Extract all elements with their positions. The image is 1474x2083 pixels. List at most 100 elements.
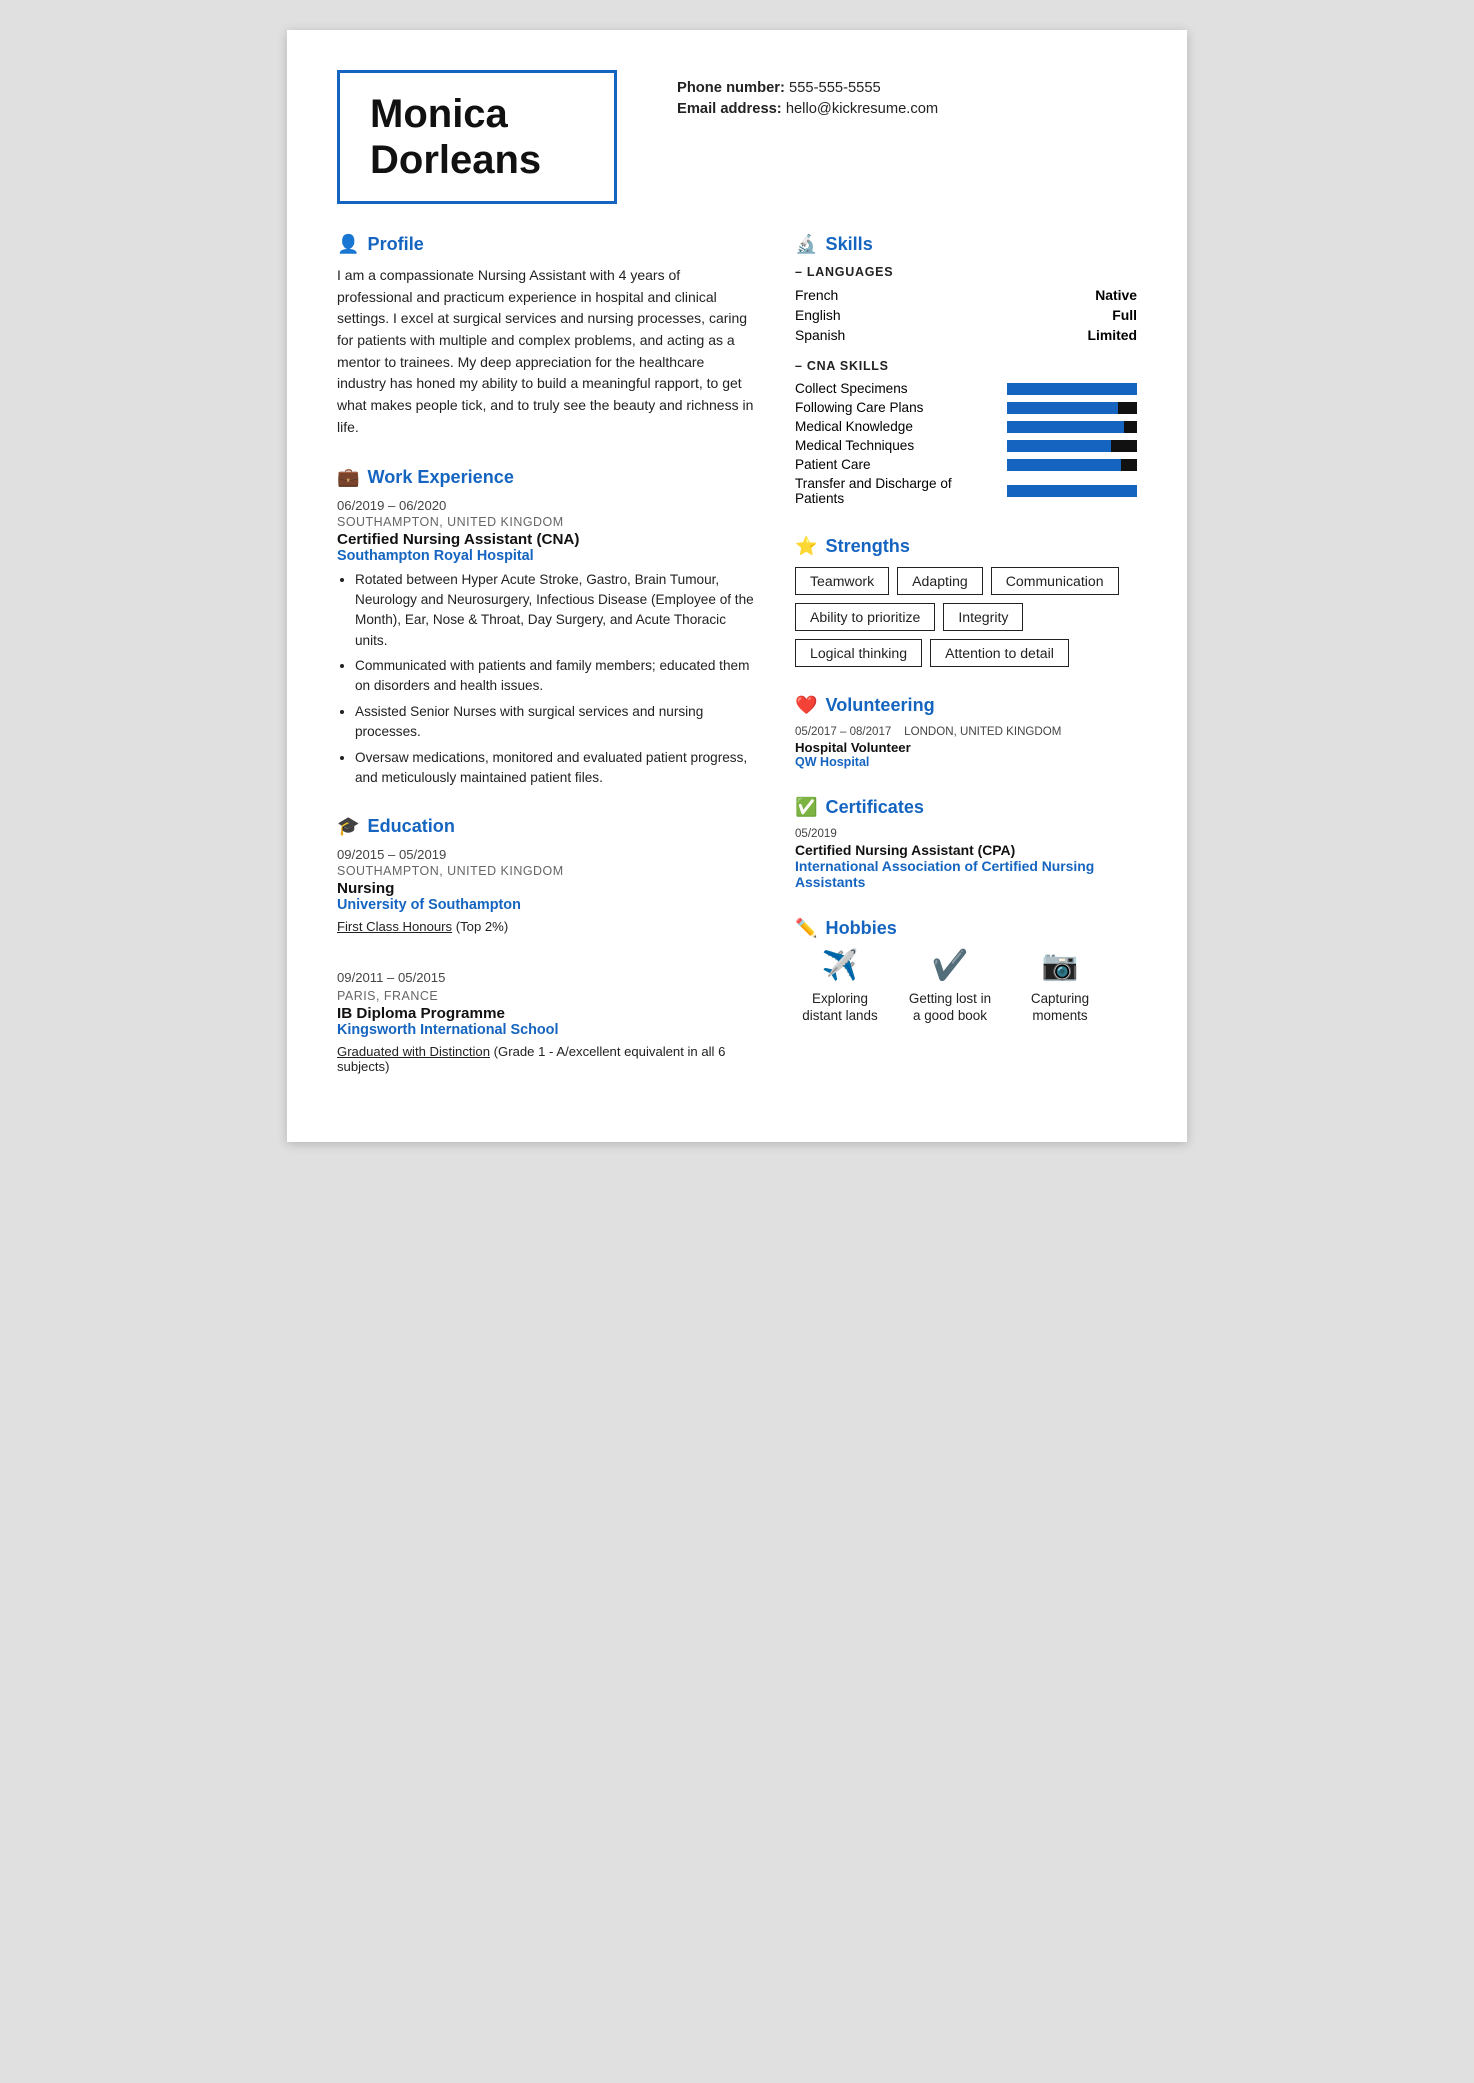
cna-skill-row: Patient Care <box>795 455 1137 474</box>
edu-school-1: Kingsworth International School <box>337 1022 755 1038</box>
vol-date-loc-0: 05/2017 – 08/2017 LONDON, UNITED KINGDOM <box>795 726 1137 738</box>
hobby-item: ✔️ Getting lost in a good book <box>905 949 995 1025</box>
strength-tag: Attention to detail <box>930 639 1069 667</box>
lang-level: Native <box>967 285 1137 305</box>
edu-date-1: 09/2011 – 05/2015 <box>337 970 755 985</box>
lang-row: FrenchNative <box>795 285 1137 305</box>
cna-skill-bar <box>999 455 1137 474</box>
education-title: 🎓 Education <box>337 816 755 837</box>
edu-note-0: First Class Honours (Top 2%) <box>337 919 755 934</box>
contact-info: Phone number: 555-555-5555 Email address… <box>677 70 938 122</box>
hobby-label: Exploring distant lands <box>795 990 885 1025</box>
work-experience-section: 💼 Work Experience 06/2019 – 06/2020 SOUT… <box>337 467 755 789</box>
work-company-0: Southampton Royal Hospital <box>337 548 755 564</box>
hobby-label: Getting lost in a good book <box>905 990 995 1025</box>
volunteering-title: ❤️ Volunteering <box>795 695 1137 716</box>
profile-icon: 👤 <box>337 234 360 255</box>
lang-row: SpanishLimited <box>795 325 1137 345</box>
cna-skill-bar <box>999 398 1137 417</box>
cna-skill-row: Collect Specimens <box>795 379 1137 398</box>
right-column: 🔬 Skills – LANGUAGES FrenchNativeEnglish… <box>795 234 1137 1102</box>
left-column: 👤 Profile I am a compassionate Nursing A… <box>337 234 755 1102</box>
cna-skill-bar <box>999 379 1137 398</box>
edu-location-1: PARIS, FRANCE <box>337 989 438 1003</box>
pencil-icon: ✏️ <box>795 918 818 939</box>
profile-title: 👤 Profile <box>337 234 755 255</box>
cna-skill-row: Medical Techniques <box>795 436 1137 455</box>
edu-entry-0: 09/2015 – 05/2019 SOUTHAMPTON, UNITED KI… <box>337 847 755 934</box>
cna-skill-bar <box>999 417 1137 436</box>
cna-skill-name: Patient Care <box>795 455 999 474</box>
hobbies-row: ✈️ Exploring distant lands ✔️ Getting lo… <box>795 949 1137 1025</box>
edu-school-0: University of Southampton <box>337 897 755 913</box>
skills-title: 🔬 Skills <box>795 234 1137 255</box>
phone-label: Phone number: <box>677 80 785 96</box>
graduation-icon: 🎓 <box>337 816 360 837</box>
briefcase-icon: 💼 <box>337 467 360 488</box>
lang-row: EnglishFull <box>795 305 1137 325</box>
skills-section: 🔬 Skills – LANGUAGES FrenchNativeEnglish… <box>795 234 1137 508</box>
work-bullet-0-1: Communicated with patients and family me… <box>355 656 755 697</box>
strength-tag: Adapting <box>897 567 983 595</box>
cna-skill-row: Medical Knowledge <box>795 417 1137 436</box>
hobby-icon: ✔️ <box>932 949 969 983</box>
header: Monica Dorleans Phone number: 555-555-55… <box>337 70 1137 204</box>
languages-label: – LANGUAGES <box>795 265 1137 279</box>
cna-skill-bar <box>999 474 1137 508</box>
edu-title-1: IB Diploma Programme <box>337 1005 755 1022</box>
cert-entry-0: 05/2019 Certified Nursing Assistant (CPA… <box>795 828 1137 890</box>
lang-level: Full <box>967 305 1137 325</box>
vol-entry-0: 05/2017 – 08/2017 LONDON, UNITED KINGDOM… <box>795 726 1137 769</box>
hobby-icon: ✈️ <box>822 949 859 983</box>
cna-skill-row: Following Care Plans <box>795 398 1137 417</box>
hobby-icon: 📷 <box>1042 949 1079 983</box>
cna-skill-name: Collect Specimens <box>795 379 999 398</box>
certificate-icon: ✅ <box>795 797 818 818</box>
phone-value: 555-555-5555 <box>789 80 881 96</box>
cert-date-0: 05/2019 <box>795 828 1137 840</box>
volunteering-section: ❤️ Volunteering 05/2017 – 08/2017 LONDON… <box>795 695 1137 769</box>
lang-level: Limited <box>967 325 1137 345</box>
hobby-label: Capturing moments <box>1015 990 1105 1025</box>
edu-note-1: Graduated with Distinction (Grade 1 - A/… <box>337 1044 755 1074</box>
strength-tag: Ability to prioritize <box>795 603 935 631</box>
candidate-name: Monica Dorleans <box>370 91 584 183</box>
main-columns: 👤 Profile I am a compassionate Nursing A… <box>337 234 1137 1102</box>
lang-name: English <box>795 305 967 325</box>
work-entry-0: 06/2019 – 06/2020 SOUTHAMPTON, UNITED KI… <box>337 498 755 789</box>
hobby-item: 📷 Capturing moments <box>1015 949 1105 1025</box>
edu-date-0: 09/2015 – 05/2019 <box>337 847 755 862</box>
flask-icon: 🔬 <box>795 234 818 255</box>
edu-note-underline-1: Graduated with Distinction <box>337 1044 490 1059</box>
cna-skill-bar <box>999 436 1137 455</box>
languages-table: FrenchNativeEnglishFullSpanishLimited <box>795 285 1137 345</box>
heart-icon: ❤️ <box>795 695 818 716</box>
work-bullets-0: Rotated between Hyper Acute Stroke, Gast… <box>337 570 755 789</box>
lang-name: French <box>795 285 967 305</box>
lang-name: Spanish <box>795 325 967 345</box>
profile-body: I am a compassionate Nursing Assistant w… <box>337 265 755 439</box>
edu-note-underline-0: First Class Honours <box>337 919 452 934</box>
education-section: 🎓 Education 09/2015 – 05/2019 SOUTHAMPTO… <box>337 816 755 1074</box>
work-bullet-0-2: Assisted Senior Nurses with surgical ser… <box>355 702 755 743</box>
resume-page: Monica Dorleans Phone number: 555-555-55… <box>287 30 1187 1142</box>
cna-skill-row: Transfer and Discharge of Patients <box>795 474 1137 508</box>
certificates-section: ✅ Certificates 05/2019 Certified Nursing… <box>795 797 1137 890</box>
cna-skills-table: Collect Specimens Following Care Plans M… <box>795 379 1137 508</box>
work-bullet-0-3: Oversaw medications, monitored and evalu… <box>355 748 755 789</box>
work-experience-title: 💼 Work Experience <box>337 467 755 488</box>
vol-title-0: Hospital Volunteer <box>795 740 1137 755</box>
cert-org-0: International Association of Certified N… <box>795 858 1137 890</box>
strength-tag: Teamwork <box>795 567 889 595</box>
cna-skill-name: Medical Techniques <box>795 436 999 455</box>
edu-location-0: SOUTHAMPTON, UNITED KINGDOM <box>337 864 755 878</box>
star-icon: ⭐ <box>795 536 818 557</box>
edu-note-rest-0: (Top 2%) <box>452 919 508 934</box>
email-label: Email address: <box>677 101 782 117</box>
strengths-section: ⭐ Strengths TeamworkAdaptingCommunicatio… <box>795 536 1137 667</box>
work-bullet-0-0: Rotated between Hyper Acute Stroke, Gast… <box>355 570 755 652</box>
hobbies-section: ✏️ Hobbies ✈️ Exploring distant lands ✔️… <box>795 918 1137 1025</box>
hobbies-title: ✏️ Hobbies <box>795 918 1137 939</box>
work-title-0: Certified Nursing Assistant (CNA) <box>337 531 755 548</box>
cna-skill-name: Medical Knowledge <box>795 417 999 436</box>
